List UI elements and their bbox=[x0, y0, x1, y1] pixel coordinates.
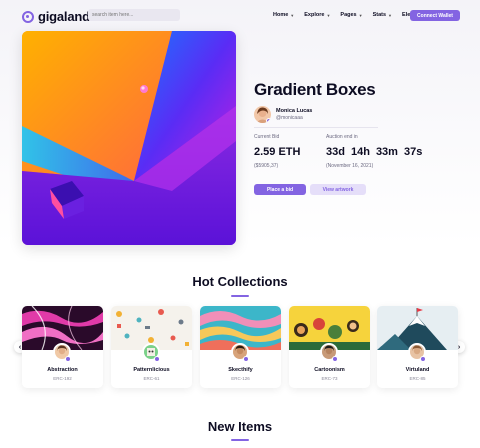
current-bid-label: Current Bid bbox=[254, 134, 280, 140]
chevron-down-icon: ▼ bbox=[326, 12, 331, 18]
countdown-seconds: 37s bbox=[403, 146, 423, 158]
collection-code: ERC-192 bbox=[53, 376, 72, 381]
top-navbar: gigaland Home▼ Explore▼ Pages▼ Stats▼ El… bbox=[0, 0, 480, 30]
verified-badge-icon bbox=[243, 356, 249, 362]
collection-name: Patternlicious bbox=[133, 367, 170, 373]
countdown-days: 33d bbox=[326, 146, 345, 158]
nav-label: Pages bbox=[340, 12, 357, 18]
collection-code: ERC-126 bbox=[231, 376, 250, 381]
collection-name: Skecthify bbox=[228, 367, 253, 373]
auction-countdown: 33d 14h 33m 37s bbox=[326, 146, 422, 158]
verified-badge-icon bbox=[420, 356, 426, 362]
collection-code: ERC-73 bbox=[321, 376, 338, 381]
collection-card[interactable]: Cartoonism ERC-73 bbox=[289, 306, 370, 388]
place-bid-button[interactable]: Place a bid bbox=[254, 184, 306, 195]
hot-collections-title: Hot Collections bbox=[192, 274, 288, 289]
item-title: Gradient Boxes bbox=[254, 80, 376, 99]
creator-handle: @monicaaa bbox=[276, 115, 303, 121]
new-items-title: New Items bbox=[207, 419, 273, 434]
nav-item-pages[interactable]: Pages ▼ bbox=[340, 12, 362, 18]
auction-end-date: (November 16, 2021) bbox=[326, 163, 374, 169]
chevron-down-icon: ▼ bbox=[290, 12, 295, 18]
nav-label: Explore bbox=[304, 12, 325, 18]
creator-name[interactable]: Monica Lucas bbox=[276, 108, 312, 114]
chevron-down-icon: ▼ bbox=[358, 12, 363, 18]
nav-label: Home bbox=[273, 12, 289, 18]
countdown-minutes: 33m bbox=[375, 146, 398, 158]
auction-end-label: Auction end in bbox=[326, 134, 358, 140]
chevron-left-icon: ‹ bbox=[18, 343, 22, 351]
nav-item-explore[interactable]: Explore ▼ bbox=[304, 12, 330, 18]
hero-artwork[interactable] bbox=[22, 31, 236, 245]
collection-code: ERC-85 bbox=[409, 376, 426, 381]
verified-badge-icon bbox=[266, 118, 271, 123]
nav-item-home[interactable]: Home ▼ bbox=[273, 12, 294, 18]
collection-code: ERC-61 bbox=[143, 376, 160, 381]
logo-icon bbox=[22, 10, 34, 23]
gradient-boxes-artwork bbox=[22, 31, 236, 245]
collection-name: Virtuland bbox=[405, 367, 430, 373]
search-input[interactable] bbox=[88, 9, 180, 21]
collection-card[interactable]: Patternlicious ERC-61 bbox=[111, 306, 192, 388]
collections-carousel: Abstraction ERC-192 Patternlicious ERC-6… bbox=[22, 306, 458, 388]
logo-text: gigaland bbox=[38, 9, 90, 24]
nav-item-stats[interactable]: Stats ▼ bbox=[373, 12, 392, 18]
chevron-down-icon: ▼ bbox=[388, 12, 393, 18]
creator-info[interactable]: Monica Lucas @monicaaa bbox=[254, 106, 312, 123]
avatar bbox=[254, 106, 271, 123]
countdown-hours: 14h bbox=[350, 146, 370, 158]
title-underline bbox=[231, 439, 249, 441]
collection-card[interactable]: Virtuland ERC-85 bbox=[377, 306, 458, 388]
chevron-right-icon: › bbox=[457, 343, 461, 351]
collection-name: Cartoonism bbox=[314, 367, 345, 373]
logo[interactable]: gigaland bbox=[22, 9, 90, 24]
collection-name: Abstraction bbox=[47, 367, 78, 373]
verified-badge-icon bbox=[65, 356, 71, 362]
connect-wallet-button[interactable]: Connect Wallet bbox=[410, 10, 460, 21]
nav-label: Stats bbox=[372, 12, 387, 18]
current-bid-value: 2.59 ETH bbox=[254, 146, 301, 158]
collection-card[interactable]: Skecthify ERC-126 bbox=[200, 306, 281, 388]
current-bid-usd: ($5905,37) bbox=[254, 163, 279, 169]
verified-badge-icon bbox=[154, 356, 160, 362]
collection-card[interactable]: Abstraction ERC-192 bbox=[22, 306, 103, 388]
divider bbox=[254, 127, 378, 128]
verified-badge-icon bbox=[332, 356, 338, 362]
view-artwork-button[interactable]: View artwork bbox=[310, 184, 366, 195]
title-underline bbox=[231, 295, 249, 297]
